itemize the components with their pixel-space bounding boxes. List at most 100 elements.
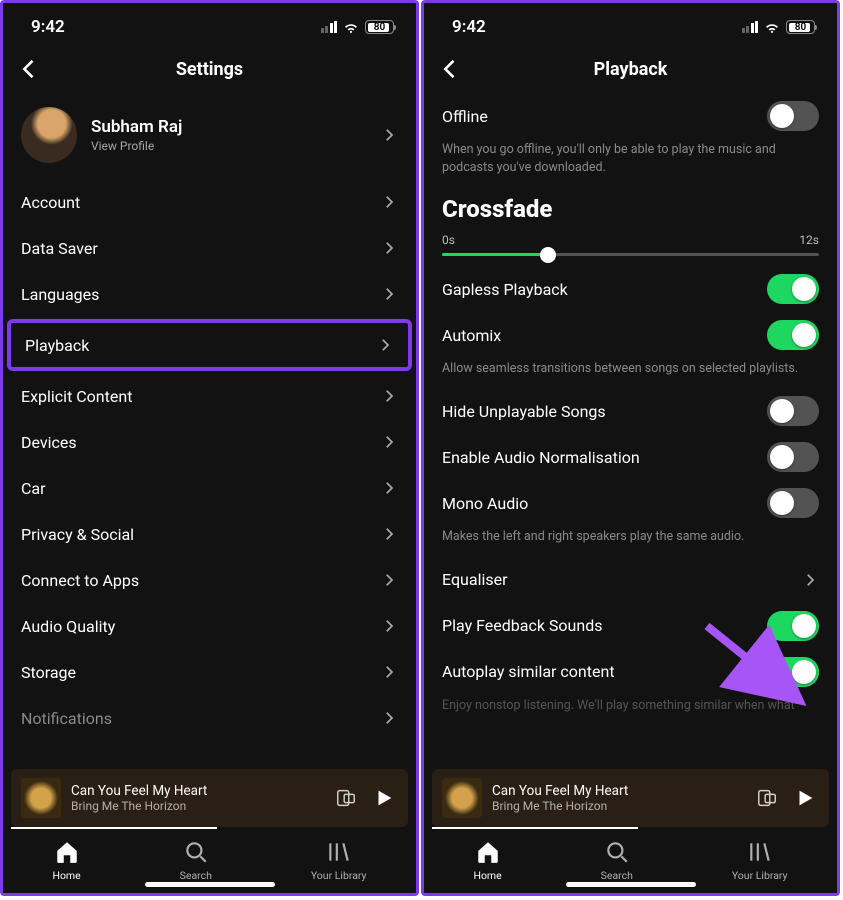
back-button[interactable]	[436, 55, 464, 87]
row-languages[interactable]: Languages	[3, 271, 416, 317]
settings-list: Account Data Saver Languages Playback Ex…	[3, 179, 416, 769]
phone-settings: 9:42 80 Settings Subham Raj	[0, 0, 419, 896]
chevron-right-icon	[380, 387, 398, 405]
phone-playback: 9:42 80 Playback Offline	[421, 0, 840, 896]
header: Playback	[424, 45, 837, 93]
home-indicator	[566, 882, 696, 887]
row-connect-apps[interactable]: Connect to Apps	[3, 557, 416, 603]
chevron-right-icon	[380, 617, 398, 635]
album-art	[21, 778, 61, 818]
row-notifications[interactable]: Notifications	[3, 695, 416, 741]
tab-home[interactable]: Home	[473, 839, 501, 882]
home-icon	[54, 839, 80, 865]
profile-name: Subham Raj	[91, 117, 366, 137]
progress-bar	[432, 827, 638, 829]
chevron-right-icon	[801, 571, 819, 589]
status-time: 9:42	[31, 17, 65, 37]
toggle-hide[interactable]	[767, 396, 819, 426]
row-audio-quality[interactable]: Audio Quality	[3, 603, 416, 649]
row-equaliser[interactable]: Equaliser	[424, 557, 837, 603]
status-icons: 80	[321, 20, 395, 34]
np-artist: Bring Me The Horizon	[71, 799, 322, 813]
now-playing-bar[interactable]: Can You Feel My Heart Bring Me The Horiz…	[432, 769, 829, 827]
chevron-right-icon	[380, 709, 398, 727]
toggle-normalise[interactable]	[767, 442, 819, 472]
search-icon	[183, 839, 209, 865]
play-icon[interactable]	[370, 784, 398, 812]
toggle-feedback[interactable]	[767, 611, 819, 641]
battery-icon: 80	[786, 20, 815, 34]
automix-desc: Allow seamless transitions between songs…	[424, 358, 837, 388]
highlight-playback: Playback	[7, 319, 412, 371]
row-normalise: Enable Audio Normalisation	[424, 434, 837, 480]
toggle-automix[interactable]	[767, 320, 819, 350]
row-account[interactable]: Account	[3, 179, 416, 225]
status-time: 9:42	[452, 17, 486, 37]
row-storage[interactable]: Storage	[3, 649, 416, 695]
now-playing-bar[interactable]: Can You Feel My Heart Bring Me The Horiz…	[11, 769, 408, 827]
search-icon	[604, 839, 630, 865]
tab-home[interactable]: Home	[52, 839, 80, 882]
toggle-gapless[interactable]	[767, 274, 819, 304]
row-mono: Mono Audio	[424, 480, 837, 526]
battery-icon: 80	[365, 20, 394, 34]
tab-search[interactable]: Search	[601, 839, 633, 882]
chevron-right-icon	[380, 433, 398, 451]
tab-search[interactable]: Search	[180, 839, 212, 882]
chevron-right-icon	[380, 525, 398, 543]
row-privacy[interactable]: Privacy & Social	[3, 511, 416, 557]
row-autoplay: Autoplay similar content	[424, 649, 837, 695]
row-explicit[interactable]: Explicit Content	[3, 373, 416, 419]
row-feedback: Play Feedback Sounds	[424, 603, 837, 649]
chevron-right-icon	[380, 239, 398, 257]
np-artist: Bring Me The Horizon	[492, 799, 743, 813]
row-playback[interactable]: Playback	[11, 323, 408, 367]
crossfade-title: Crossfade	[424, 187, 837, 227]
tab-library[interactable]: Your Library	[311, 839, 367, 882]
cellular-icon	[321, 21, 338, 33]
profile-row[interactable]: Subham Raj View Profile	[3, 93, 416, 179]
chevron-right-icon	[380, 571, 398, 589]
autoplay-desc: Enjoy nonstop listening. We'll play some…	[424, 695, 837, 715]
toggle-offline[interactable]	[767, 101, 819, 131]
progress-bar	[11, 827, 217, 829]
page-title: Settings	[176, 59, 243, 80]
mono-desc: Makes the left and right speakers play t…	[424, 526, 837, 556]
row-gapless: Gapless Playback	[424, 266, 837, 312]
np-title: Can You Feel My Heart	[71, 783, 322, 799]
play-icon[interactable]	[791, 784, 819, 812]
np-title: Can You Feel My Heart	[492, 783, 743, 799]
cast-icon[interactable]	[753, 784, 781, 812]
chevron-right-icon	[380, 663, 398, 681]
chevron-right-icon	[380, 193, 398, 211]
slider-min: 0s	[442, 233, 455, 247]
back-button[interactable]	[15, 55, 43, 87]
cast-icon[interactable]	[332, 784, 360, 812]
profile-subtitle: View Profile	[91, 139, 366, 153]
library-icon	[326, 839, 352, 865]
offline-desc: When you go offline, you'll only be able…	[424, 139, 837, 187]
row-data-saver[interactable]: Data Saver	[3, 225, 416, 271]
wifi-icon	[342, 20, 360, 34]
cellular-icon	[742, 21, 759, 33]
chevron-right-icon	[380, 285, 398, 303]
home-icon	[475, 839, 501, 865]
home-indicator	[145, 882, 275, 887]
status-bar: 9:42 80	[3, 3, 416, 45]
tab-library[interactable]: Your Library	[732, 839, 788, 882]
row-automix: Automix	[424, 312, 837, 358]
header: Settings	[3, 45, 416, 93]
crossfade-slider[interactable]: 0s 12s	[424, 227, 837, 266]
toggle-mono[interactable]	[767, 488, 819, 518]
avatar	[21, 107, 77, 163]
row-offline: Offline	[424, 93, 837, 139]
library-icon	[747, 839, 773, 865]
toggle-autoplay[interactable]	[767, 657, 819, 687]
wifi-icon	[763, 20, 781, 34]
row-devices[interactable]: Devices	[3, 419, 416, 465]
playback-list: Offline When you go offline, you'll only…	[424, 93, 837, 769]
page-title: Playback	[594, 59, 668, 80]
chevron-right-icon	[376, 336, 394, 354]
row-car[interactable]: Car	[3, 465, 416, 511]
row-hide-unplayable: Hide Unplayable Songs	[424, 388, 837, 434]
